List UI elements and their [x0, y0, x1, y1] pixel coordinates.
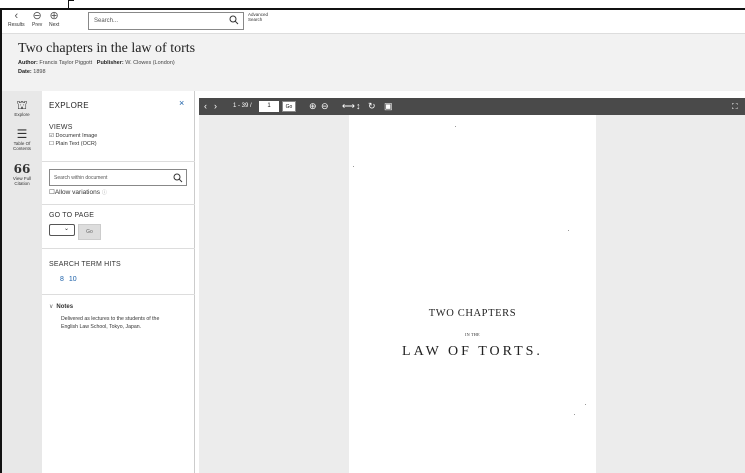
results-button[interactable]: ‹ Results — [8, 10, 25, 28]
rail-citation[interactable]: 66 View Full Citation — [2, 162, 42, 187]
goto-label: GO TO PAGE — [49, 212, 95, 219]
goto-section: GO TO PAGE — [49, 212, 94, 219]
next-button[interactable]: ⊕ Next — [49, 10, 59, 28]
arrow-circle-right-icon: ⊕ — [49, 10, 59, 22]
divider — [42, 204, 195, 205]
results-label: Results — [8, 22, 25, 28]
views-section: VIEWS ☑ Document Image ☐ Plain Text (OCR… — [49, 124, 97, 147]
author-label: Author: — [18, 60, 38, 66]
page-range: 1 - 39 / — [233, 103, 252, 109]
page-title: Two chapters in the law of torts — [18, 41, 196, 56]
notes-label: Notes — [56, 304, 74, 310]
help-icon[interactable]: ⓘ — [102, 190, 107, 196]
divider — [42, 248, 195, 249]
divider — [42, 294, 195, 295]
allow-variations-label: Allow variations — [54, 189, 100, 196]
search-icon[interactable] — [229, 15, 239, 25]
search-icon[interactable] — [173, 173, 183, 183]
view-text-label: Plain Text (OCR) — [55, 141, 97, 147]
notes-toggle[interactable]: ∨ Notes — [49, 303, 171, 310]
document-viewer[interactable]: TWO CHAPTERS IN THE LAW OF TORTS. — [199, 115, 745, 473]
search-input[interactable]: Search... — [88, 12, 244, 30]
page-number-input[interactable]: 1 — [259, 101, 279, 112]
page-speck — [353, 166, 354, 167]
zoom-out-icon[interactable]: ⊖ — [321, 98, 329, 115]
date-value: 1898 — [33, 69, 46, 75]
view-document-image[interactable]: ☑ Document Image — [49, 133, 97, 139]
record-meta: Author: Francis Taylor Piggott Publisher… — [18, 60, 729, 66]
author-value: Francis Taylor Piggott — [39, 60, 93, 66]
arrow-circle-left-icon: ⊖ — [32, 10, 42, 22]
search-within-placeholder: Search within document — [54, 175, 108, 181]
hit-links[interactable]: 8 10 — [60, 276, 77, 283]
explore-panel: EXPLORE × VIEWS ☑ Document Image ☐ Plain… — [42, 91, 195, 473]
page-speck — [568, 230, 569, 231]
go-button[interactable]: Go — [78, 224, 101, 240]
next-page-icon[interactable]: › — [214, 98, 217, 115]
rail-explore-label: Explore — [14, 112, 30, 117]
fit-width-icon[interactable]: ⟷ — [342, 98, 355, 115]
advanced-search-link[interactable]: Advanced Search — [248, 12, 278, 22]
list-icon: ☰ — [16, 127, 28, 141]
rail-table-of-contents[interactable]: ☰ Table Of Contents — [2, 127, 42, 152]
top-toolbar: ‹ Results ⊖ Prev ⊕ Next Search... Advanc… — [2, 10, 745, 34]
notes-text: Delivered as lectures to the students of… — [61, 316, 160, 330]
page-speck — [585, 404, 586, 405]
views-label: VIEWS — [49, 124, 73, 131]
frame-marker-cap — [68, 0, 74, 1]
quote-icon: 66 — [13, 162, 31, 176]
chevron-down-icon: ∨ — [49, 304, 54, 310]
prev-button[interactable]: ⊖ Prev — [32, 10, 42, 28]
page-speck — [574, 414, 575, 415]
page-line-1: TWO CHAPTERS — [428, 308, 517, 319]
page-line-2: IN THE — [465, 332, 480, 337]
page-speck — [455, 126, 456, 127]
prev-page-icon[interactable]: ‹ — [204, 98, 207, 115]
hits-label: SEARCH TERM HITS — [49, 261, 121, 268]
page-select[interactable]: ⌄ — [49, 224, 75, 236]
fullscreen-icon[interactable]: ⛶ — [732, 98, 738, 115]
viewer-go-button[interactable]: Go — [282, 101, 296, 112]
binoculars-icon: ⛫ — [16, 98, 28, 112]
fit-height-icon[interactable]: ↕ — [356, 98, 361, 115]
divider — [42, 161, 195, 162]
next-label: Next — [49, 22, 60, 28]
allow-variations-checkbox[interactable]: ☐Allow variations ⓘ — [49, 188, 107, 196]
zoom-in-icon[interactable]: ⊕ — [309, 98, 317, 115]
search-placeholder: Search... — [94, 18, 119, 24]
left-rail: ⛫ Explore ☰ Table Of Contents 66 View Fu… — [2, 91, 42, 473]
date-label: Date: — [18, 69, 32, 75]
document-page: TWO CHAPTERS IN THE LAW OF TORTS. — [349, 115, 596, 473]
hits-section: SEARCH TERM HITS — [49, 261, 121, 268]
close-icon[interactable]: × — [179, 98, 184, 108]
view-doc-label: Document Image — [55, 133, 98, 139]
rotate-icon[interactable]: ↻ — [368, 98, 376, 115]
publisher-value: W. Clowes (London) — [125, 60, 175, 66]
viewer-toolbar: ‹ › 1 - 39 / 1 Go ⊕ ⊖ ⟷ ↕ ↻ ▣ ⛶ — [199, 98, 745, 115]
rail-explore[interactable]: ⛫ Explore — [2, 98, 42, 118]
chevron-down-icon: ⌄ — [63, 226, 69, 232]
notes-section: ∨ Notes Delivered as lectures to the stud… — [49, 303, 171, 331]
chevron-left-icon: ‹ — [14, 10, 19, 22]
date-meta: Date: 1898 — [18, 69, 729, 75]
prev-label: Prev — [32, 22, 43, 28]
rail-toc-label: Table Of Contents — [12, 141, 31, 151]
page-line-3: LAW OF TORTS. — [402, 344, 543, 359]
panel-title: EXPLORE — [49, 101, 89, 110]
rail-citation-label: View Full Citation — [12, 176, 32, 186]
record-header: Two chapters in the law of torts Author:… — [2, 34, 745, 91]
image-icon[interactable]: ▣ — [384, 98, 393, 115]
search-within-input[interactable]: Search within document — [49, 169, 187, 186]
view-plain-text[interactable]: ☐ Plain Text (OCR) — [49, 141, 97, 147]
publisher-label: Publisher: — [96, 60, 124, 66]
